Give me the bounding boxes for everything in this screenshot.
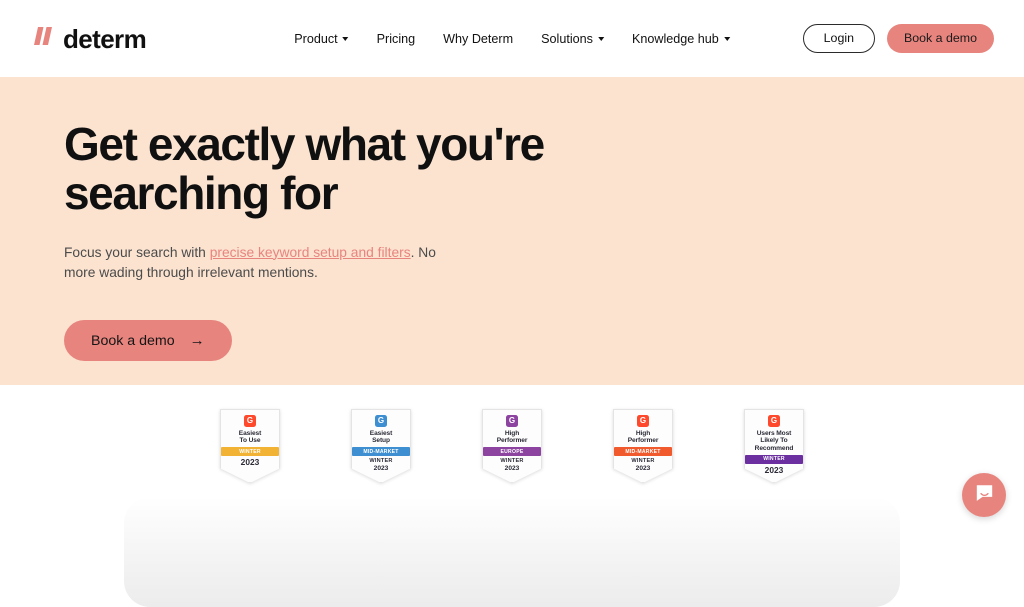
badge-shield: G Easiest To Use Winter 2023: [220, 409, 280, 483]
chat-message-icon: [974, 483, 995, 507]
login-button[interactable]: Login: [802, 23, 875, 54]
chevron-down-icon: [342, 37, 349, 41]
badge-footer: WINTER 2023: [631, 458, 655, 472]
badge-band: Winter: [221, 447, 279, 457]
badge-shield: G High Performer Mid-Market WINTER 2023: [613, 409, 673, 483]
g2-badge-users-most-likely-to-recommend[interactable]: G Users Most Likely To Recommend Winter 2023: [744, 409, 804, 483]
badge-band: Mid-Market: [614, 447, 672, 457]
header-actions: Login Book a demo: [802, 23, 994, 54]
awards-panel: [124, 497, 900, 607]
badge-title: High Performer: [627, 430, 659, 445]
nav-item-knowledge-hub[interactable]: Knowledge hub: [632, 32, 730, 46]
chevron-down-icon: [723, 37, 730, 41]
badge-band: Mid-Market: [352, 447, 410, 457]
main-navigation: Product Pricing Why Determ Solutions Kno…: [294, 32, 730, 46]
page-title: Get exactly what you're searching for: [64, 118, 545, 219]
badge-shield: G High Performer Europe WINTER 2023: [482, 409, 542, 483]
g2-logo-icon: G: [506, 415, 518, 427]
brand-name: determ: [63, 23, 147, 54]
g2-logo-icon: G: [244, 415, 256, 427]
badge-title: Easiest Setup: [369, 430, 393, 445]
hero-book-demo-button[interactable]: Book a demo →: [64, 320, 232, 362]
hero-section: Get exactly what you're searching for Fo…: [0, 77, 1024, 385]
g2-badge-high-performer-mid-market[interactable]: G High Performer Mid-Market WINTER 2023: [613, 409, 673, 483]
badge-footer: WINTER 2023: [500, 458, 524, 472]
hero-subtitle-before: Focus your search with: [64, 244, 210, 260]
nav-label: Knowledge hub: [631, 31, 719, 46]
nav-label: Pricing: [376, 31, 416, 46]
badge-title: High Performer: [496, 430, 528, 445]
g2-logo-icon: G: [768, 415, 780, 427]
badge-footer: WINTER 2023: [369, 458, 393, 472]
keyword-setup-link[interactable]: precise keyword setup and filters: [210, 245, 411, 260]
arrow-right-icon: →: [189, 332, 205, 350]
determ-slash-logo-icon: [30, 25, 56, 52]
header-book-demo-button[interactable]: Book a demo: [886, 23, 994, 54]
nav-item-solutions[interactable]: Solutions: [541, 32, 604, 46]
badge-shield: G Users Most Likely To Recommend Winter 2023: [744, 409, 804, 483]
badge-title: Easiest To Use: [238, 430, 262, 445]
hero-cta-label: Book a demo: [91, 332, 175, 349]
g2-logo-icon: G: [375, 415, 387, 427]
g2-badge-list: G Easiest To Use Winter 2023 G Easiest Setup Mid…: [0, 409, 1024, 483]
hero-subtitle: Focus your search with precise keyword s…: [64, 243, 444, 285]
badge-footer: 2023: [240, 457, 260, 468]
awards-section: G Easiest To Use Winter 2023 G Easiest Setup Mid…: [0, 385, 1024, 607]
g2-badge-high-performer-europe[interactable]: G High Performer Europe WINTER 2023: [482, 409, 542, 483]
g2-logo-icon: G: [637, 415, 649, 427]
badge-band: Europe: [483, 447, 541, 457]
brand-logo[interactable]: determ: [30, 23, 147, 54]
chat-launcher-button[interactable]: [962, 473, 1006, 517]
g2-badge-easiest-setup[interactable]: G Easiest Setup Mid-Market WINTER 2023: [351, 409, 411, 483]
site-header: determ Product Pricing Why Determ Soluti…: [0, 0, 1024, 77]
g2-badge-easiest-to-use[interactable]: G Easiest To Use Winter 2023: [220, 409, 280, 483]
nav-label: Product: [294, 31, 338, 46]
nav-item-pricing[interactable]: Pricing: [377, 32, 416, 46]
nav-label: Solutions: [541, 31, 593, 46]
badge-footer: 2023: [764, 464, 784, 475]
nav-item-why-determ[interactable]: Why Determ: [443, 32, 513, 46]
nav-label: Why Determ: [443, 31, 514, 46]
badge-title: Users Most Likely To Recommend: [754, 430, 794, 452]
nav-item-product[interactable]: Product: [294, 31, 349, 46]
hero-content: Get exactly what you're searching for Fo…: [64, 77, 624, 362]
badge-shield: G Easiest Setup Mid-Market WINTER 2023: [351, 409, 411, 483]
badge-band: Winter: [745, 454, 803, 464]
chevron-down-icon: [597, 37, 604, 41]
